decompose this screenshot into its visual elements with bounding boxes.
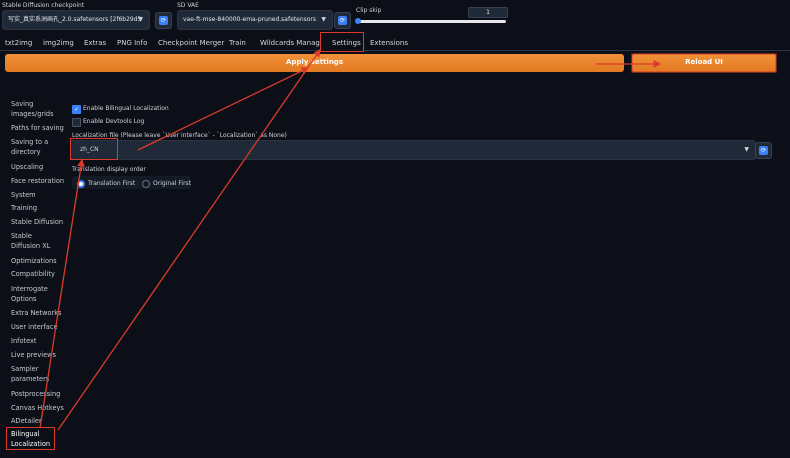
sidebar-item-canvas-hotkeys[interactable]: Canvas Hotkeys — [11, 403, 64, 413]
sidebar-item-label: Sampler parameters — [11, 365, 50, 383]
sidebar-item-postprocessing[interactable]: Postprocessing — [11, 389, 60, 399]
apply-settings-button[interactable]: Apply settings — [5, 54, 624, 72]
clip-skip-slider-handle[interactable] — [355, 18, 361, 24]
tab-extras[interactable]: Extras — [84, 36, 106, 50]
tab-bar — [0, 50, 790, 51]
tab-settings[interactable]: Settings — [320, 32, 364, 52]
checkpoint-dropdown[interactable]: 写实_真实系洲画孔_2.0.safetensors [2f6b29d5 ▼ — [2, 10, 150, 30]
original-first-label: Original First — [153, 180, 192, 187]
enable-bilingual-checkbox[interactable]: ✓ — [72, 105, 81, 114]
refresh-icon: ⟳ — [159, 16, 168, 25]
localization-file-dropdown[interactable]: ▼ — [70, 140, 756, 160]
sidebar-item-infotext[interactable]: Infotext — [11, 336, 37, 346]
sidebar-item-live-previews[interactable]: Live previews — [11, 350, 56, 360]
clip-skip-slider-track[interactable] — [358, 20, 506, 23]
sidebar-item-system[interactable]: System — [11, 190, 36, 200]
chevron-down-icon: ▼ — [744, 146, 749, 153]
original-first-radio[interactable] — [142, 180, 150, 188]
enable-devtools-label: Enable Devtools Log — [83, 118, 145, 125]
sidebar-item-optimizations[interactable]: Optimizations — [11, 256, 57, 266]
tab-settings-label: Settings — [332, 39, 361, 47]
checkpoint-label: Stable Diffusion checkpoint — [2, 2, 85, 9]
localization-value: zh_CN — [80, 146, 99, 153]
sidebar-item-extra-networks[interactable]: Extra Networks — [11, 308, 61, 318]
sidebar-item-interrogate[interactable]: Interrogate Options — [11, 284, 56, 304]
tab-png-info[interactable]: PNG Info — [117, 36, 147, 50]
tab-txt2img[interactable]: txt2img — [5, 36, 32, 50]
sidebar-item-label: Saving images/grids — [11, 100, 54, 118]
checkpoint-value: 写实_真实系洲画孔_2.0.safetensors [2f6b29d5 — [8, 16, 142, 23]
sidebar-item-saving-directory[interactable]: Saving to a directory — [11, 137, 61, 157]
sidebar-item-training[interactable]: Training — [11, 203, 37, 213]
sidebar-item-label: Bilingual Localization — [11, 430, 51, 448]
display-order-label: Translation display order — [72, 166, 146, 173]
localization-refresh-button[interactable]: ⟳ — [755, 142, 772, 159]
sidebar-item-paths[interactable]: Paths for saving — [11, 123, 64, 133]
tab-checkpoint-merger[interactable]: Checkpoint Merger — [158, 36, 224, 50]
reload-ui-button[interactable]: Reload UI — [632, 54, 776, 72]
chevron-down-icon: ▼ — [321, 16, 326, 23]
refresh-icon: ⟳ — [759, 146, 768, 155]
enable-devtools-checkbox[interactable] — [72, 118, 81, 127]
sidebar-item-user-interface[interactable]: User interface — [11, 322, 58, 332]
sidebar-item-compatibility[interactable]: Compatibility — [11, 269, 55, 279]
tab-img2img[interactable]: img2img — [43, 36, 74, 50]
vae-value: vae-ft-mse-840000-ema-pruned.safetensors — [183, 16, 317, 23]
sidebar-item-upscaling[interactable]: Upscaling — [11, 162, 43, 172]
sidebar-item-saving-images[interactable]: Saving images/grids — [11, 99, 66, 119]
sidebar-item-bilingual-localization[interactable]: Bilingual Localization — [6, 427, 55, 450]
sidebar-item-face-restoration[interactable]: Face restoration — [11, 176, 64, 186]
sidebar-item-sampler-parameters[interactable]: Sampler parameters — [11, 364, 56, 384]
sidebar-item-adetailer[interactable]: ADetailer — [11, 416, 42, 426]
enable-bilingual-label: Enable Bilingual Localization — [83, 105, 169, 112]
clip-skip-value[interactable]: 1 — [468, 7, 508, 18]
refresh-icon: ⟳ — [338, 16, 347, 25]
sidebar-item-label: Saving to a directory — [11, 138, 49, 156]
tab-extensions[interactable]: Extensions — [370, 36, 408, 50]
sidebar-item-label: Interrogate Options — [11, 285, 48, 303]
vae-refresh-button[interactable]: ⟳ — [334, 12, 351, 29]
translation-first-radio[interactable] — [77, 180, 85, 188]
checkpoint-refresh-button[interactable]: ⟳ — [155, 12, 172, 29]
tab-wildcards-manager[interactable]: Wildcards Manager — [260, 36, 327, 50]
vae-dropdown[interactable]: vae-ft-mse-840000-ema-pruned.safetensors… — [177, 10, 333, 30]
translation-first-label: Translation First — [88, 180, 136, 187]
chevron-down-icon: ▼ — [138, 16, 143, 23]
vae-label: SD VAE — [177, 2, 199, 9]
clip-skip-label: Clip skip — [356, 7, 382, 14]
tab-train[interactable]: Train — [229, 36, 246, 50]
sidebar-item-stable-diffusion-xl[interactable]: Stable Diffusion XL — [11, 231, 63, 251]
sidebar-item-label: Stable Diffusion XL — [11, 232, 51, 250]
sidebar-item-stable-diffusion[interactable]: Stable Diffusion — [11, 217, 63, 227]
